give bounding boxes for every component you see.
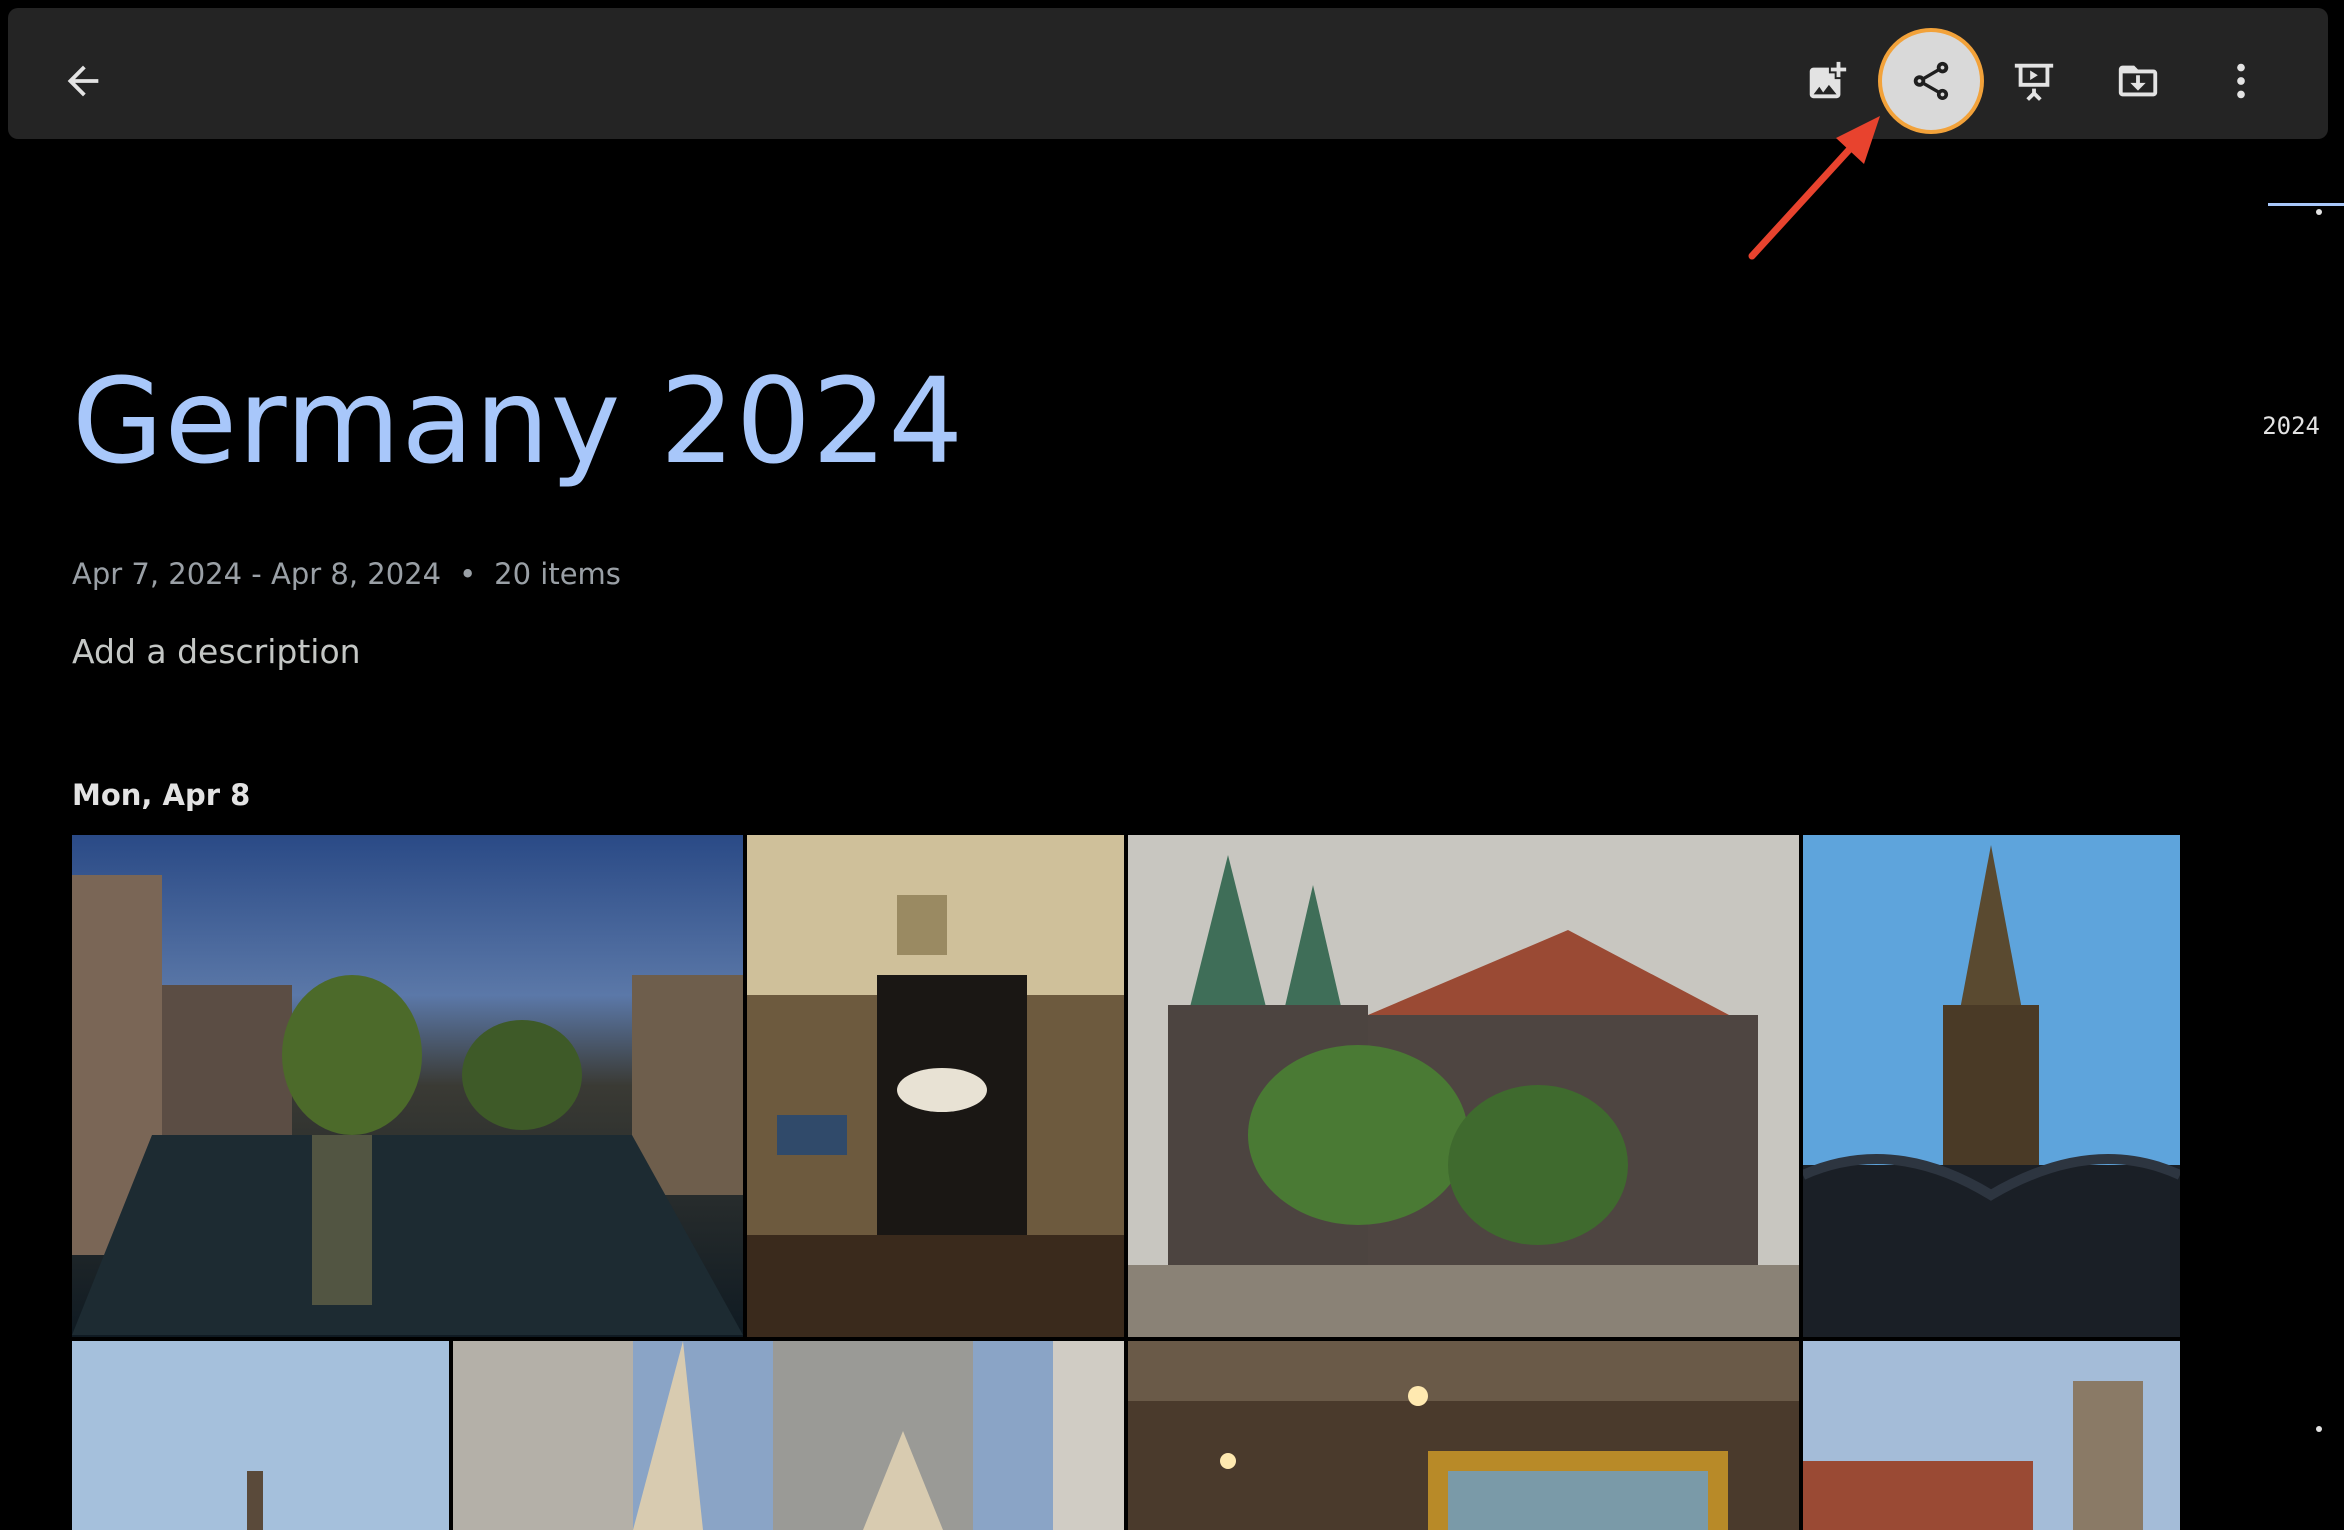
- photo-thumbnail[interactable]: [1803, 1341, 2180, 1530]
- timeline-scrubber-line[interactable]: [2268, 203, 2344, 206]
- download-folder-icon: [2118, 65, 2158, 97]
- slideshow-icon: [2014, 63, 2054, 101]
- photo-thumbnail[interactable]: [453, 1341, 1124, 1530]
- timeline-scrubber-dot: [2316, 1426, 2322, 1432]
- photo-thumbnail[interactable]: [1803, 835, 2180, 1337]
- add-photo-icon: [1809, 61, 1847, 99]
- more-options-button[interactable]: [2192, 32, 2290, 130]
- slideshow-button[interactable]: [1985, 32, 2083, 130]
- section-date-header: Mon, Apr 8: [72, 778, 251, 812]
- timeline-scrubber-dot: [2316, 209, 2322, 215]
- photo-thumbnail[interactable]: [72, 835, 743, 1337]
- share-icon: [1913, 61, 1949, 101]
- more-vert-icon: [2237, 63, 2245, 99]
- share-button[interactable]: [1882, 32, 1980, 130]
- timeline-year-label[interactable]: 2024: [2230, 412, 2320, 440]
- meta-separator: •: [459, 557, 477, 591]
- album-date-range: Apr 7, 2024 - Apr 8, 2024: [72, 557, 442, 591]
- album-item-count: 20 items: [494, 557, 621, 591]
- photo-thumbnail[interactable]: [1128, 835, 1799, 1337]
- add-description-field[interactable]: Add a description: [72, 632, 361, 671]
- photo-thumbnail[interactable]: [72, 1341, 449, 1530]
- photo-thumbnail[interactable]: [747, 835, 1124, 1337]
- back-button[interactable]: [34, 32, 132, 130]
- download-button[interactable]: [2089, 32, 2187, 130]
- photo-thumbnail[interactable]: [1128, 1341, 1799, 1530]
- arrow-back-icon: [67, 65, 99, 97]
- top-app-bar: [8, 8, 2328, 139]
- album-title[interactable]: Germany 2024: [72, 352, 964, 490]
- annotation-arrow: [1748, 116, 1880, 260]
- album-meta: Apr 7, 2024 - Apr 8, 2024 • 20 items: [72, 557, 621, 591]
